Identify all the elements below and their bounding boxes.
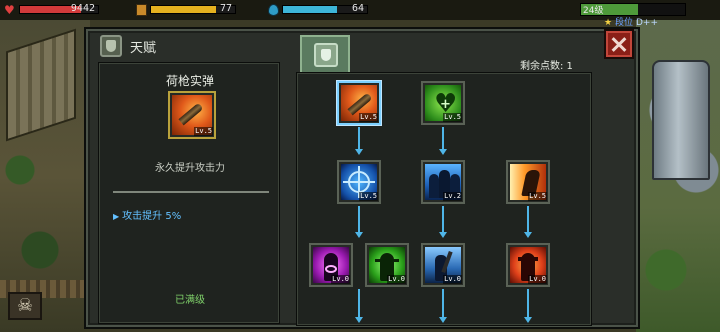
arrow-down-icon xyxy=(439,232,447,238)
skill-name: 荷枪实弹 xyxy=(165,74,214,88)
skill-effect: ▶ 攻击提升 5% xyxy=(113,207,181,222)
selected-skill-level: Lv.5 xyxy=(194,127,213,136)
dialog-title: 天赋 xyxy=(130,41,157,56)
connector xyxy=(358,206,360,234)
node-level-badge: Lv.5 xyxy=(443,113,462,122)
remaining-points: 剩余点数: 1 xyxy=(520,61,573,72)
connector xyxy=(527,206,529,234)
node-level-badge: Lv.5 xyxy=(528,192,547,201)
skill-status: 已满级 xyxy=(175,295,205,306)
skull-icon[interactable] xyxy=(8,292,42,320)
arrow-down-icon xyxy=(524,317,532,323)
talent-node-sprint[interactable]: Lv.5 xyxy=(506,160,550,204)
talent-node-bullet[interactable]: Lv.5 xyxy=(337,81,381,125)
connector xyxy=(358,127,360,151)
storage-tank xyxy=(652,60,710,180)
hp-bar: 9442 xyxy=(19,3,99,14)
talent-node-green-power[interactable]: Lv.0 xyxy=(365,243,409,287)
arrow-down-icon xyxy=(439,149,447,155)
talent-icon xyxy=(100,35,122,57)
node-level-badge: Lv.0 xyxy=(387,275,406,284)
hp-value: 9442 xyxy=(70,3,95,14)
food-icon xyxy=(136,3,148,16)
node-level-badge: Lv.0 xyxy=(443,275,462,284)
node-level-badge: Lv.5 xyxy=(359,113,378,122)
arrow-down-icon xyxy=(355,232,363,238)
divider xyxy=(113,191,269,193)
hp-stat: ♥ 9442 xyxy=(4,3,100,16)
triangle-right-icon: ▶ xyxy=(113,212,120,221)
arrow-down-icon xyxy=(439,317,447,323)
level-label: 24级 xyxy=(583,6,604,16)
arrow-down-icon xyxy=(355,149,363,155)
talent-tab-icon xyxy=(314,43,338,67)
food-bar: 77 xyxy=(150,3,236,14)
dialog-header: 天赋 xyxy=(90,33,638,59)
node-level-badge: Lv.5 xyxy=(359,192,378,201)
food-stat: 77 xyxy=(136,3,236,16)
water-value: 64 xyxy=(351,3,364,14)
skill-effect-text: 攻击提升 5% xyxy=(122,211,182,222)
node-level-badge: Lv.0 xyxy=(528,275,547,284)
talent-tree-panel: Lv.5 ♥ + Lv.5 Lv.5 Lv.2 Lv.5 Lv.0 Lv.0 Lv… xyxy=(296,72,592,326)
water-bar: 64 xyxy=(282,3,368,14)
water-stat: 64 xyxy=(268,3,368,16)
talent-node-squad[interactable]: Lv.2 xyxy=(421,160,465,204)
connector xyxy=(527,289,529,319)
selected-skill-icon: Lv.5 xyxy=(168,91,216,139)
food-value: 77 xyxy=(219,3,232,14)
water-icon xyxy=(268,3,280,16)
close-button[interactable] xyxy=(604,29,634,59)
skill-info-panel: 荷枪实弹 Lv.5 永久提升攻击力 ▶ 攻击提升 5% 已满级 xyxy=(98,62,280,324)
node-level-badge: Lv.0 xyxy=(331,275,350,284)
food-bar-fill xyxy=(151,6,216,13)
talent-node-heart[interactable]: ♥ + Lv.5 xyxy=(421,81,465,125)
talent-node-blue-axe[interactable]: Lv.0 xyxy=(421,243,465,287)
arrow-down-icon xyxy=(355,317,363,323)
connector xyxy=(442,206,444,234)
node-level-badge: Lv.2 xyxy=(443,192,462,201)
connector xyxy=(442,289,444,319)
heart-icon: ♥ xyxy=(4,2,15,17)
talent-node-red-demon[interactable]: Lv.0 xyxy=(506,243,550,287)
talent-node-crosshair[interactable]: Lv.5 xyxy=(337,160,381,204)
talent-node-purple-power[interactable]: Lv.0 xyxy=(309,243,353,287)
skill-description: 永久提升攻击力 xyxy=(155,163,225,174)
connector xyxy=(358,289,360,319)
tab-talent-tree[interactable] xyxy=(300,35,350,73)
water-bar-fill xyxy=(283,6,337,13)
arrow-down-icon xyxy=(524,232,532,238)
connector xyxy=(442,127,444,151)
